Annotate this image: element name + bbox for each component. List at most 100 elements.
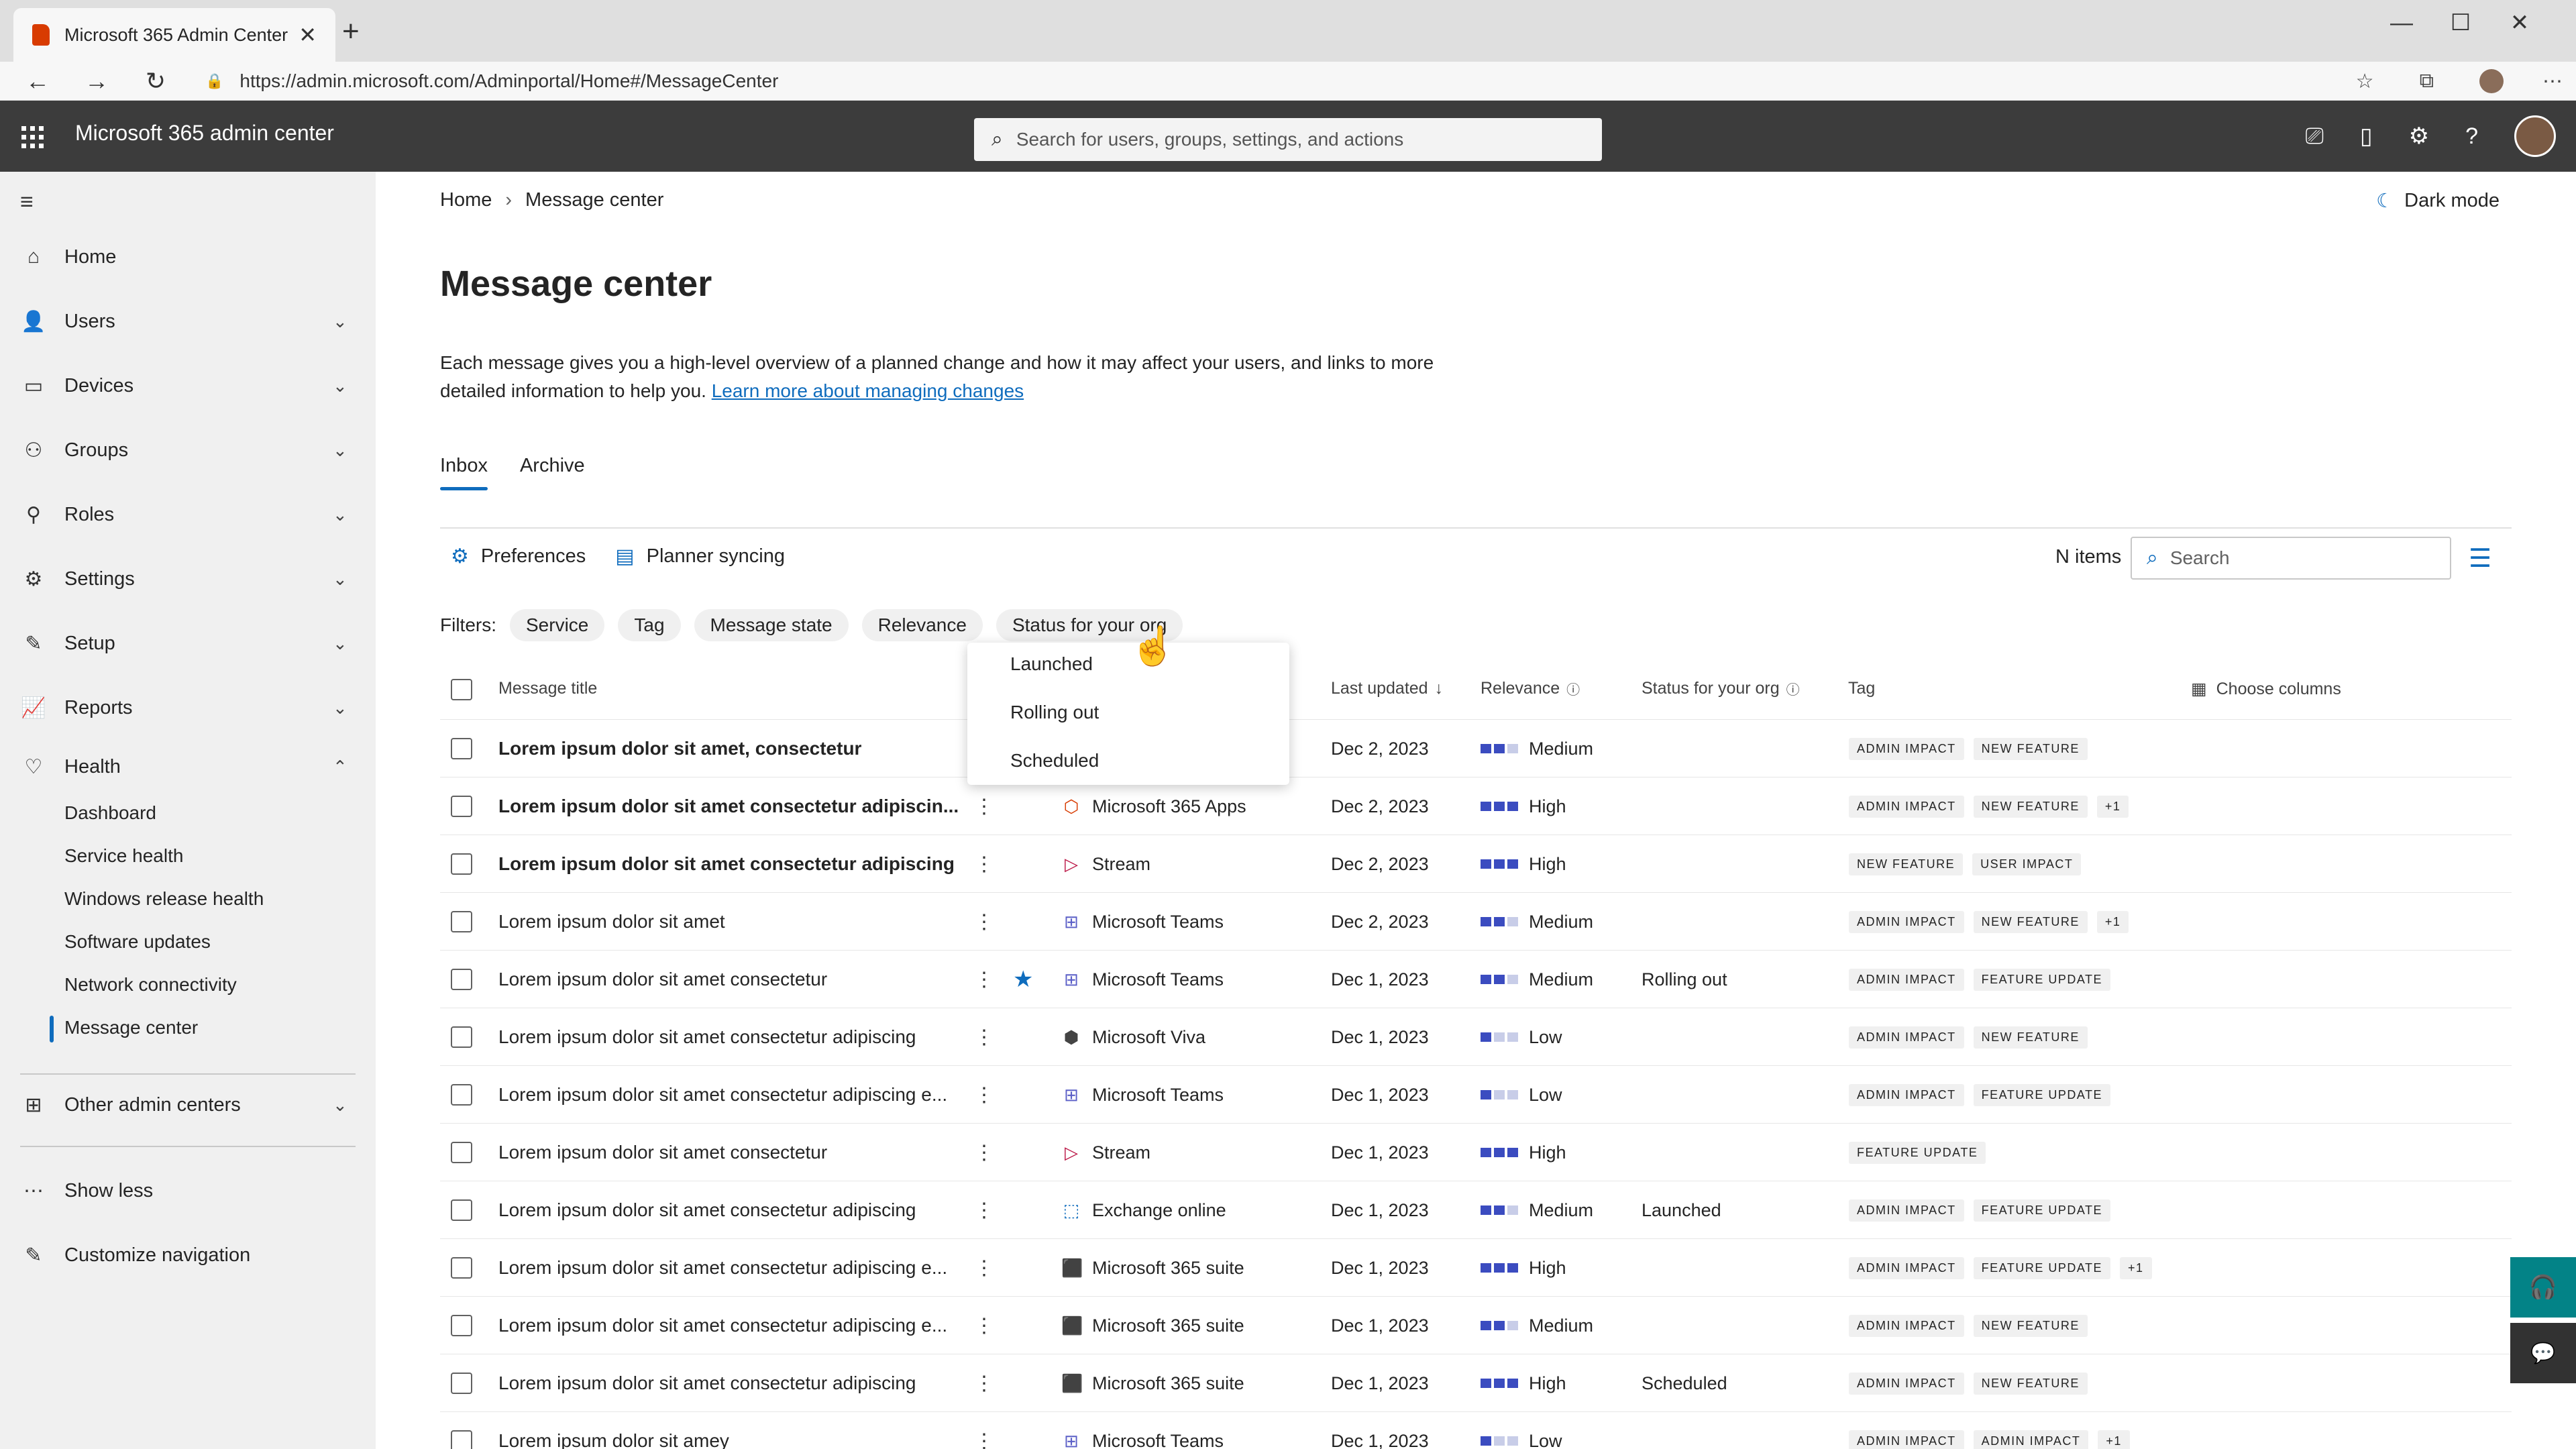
feedback-button[interactable]: 💬	[2510, 1323, 2576, 1383]
more-actions-icon[interactable]: ⋮	[974, 777, 994, 835]
table-row[interactable]: Lorem ipsum dolor sit amey ⋮ ⊞ Microsoft …	[440, 1411, 2512, 1449]
table-row[interactable]: Lorem ipsum dolor sit amet, consectetur D…	[440, 719, 2512, 777]
more-actions-icon[interactable]: ⋮	[974, 1354, 994, 1412]
sidebar-item-settings[interactable]: ⚙ Settings ⌄	[0, 555, 376, 602]
column-header-tag[interactable]: Tag	[1848, 679, 1875, 698]
minimize-icon[interactable]: —	[2372, 10, 2431, 36]
table-row[interactable]: Lorem ipsum dolor sit amet consectetur a…	[440, 1008, 2512, 1065]
column-header-title[interactable]: Message title	[498, 679, 597, 698]
sidebar-item-health[interactable]: ♡ Health ⌃	[0, 743, 376, 790]
message-title[interactable]: Lorem ipsum dolor sit amet consectetur a…	[498, 1354, 916, 1412]
message-title[interactable]: Lorem ipsum dolor sit amet consectetur a…	[498, 1008, 916, 1066]
table-row[interactable]: Lorem ipsum dolor sit amet consectetur a…	[440, 835, 2512, 892]
breadcrumb-home[interactable]: Home	[440, 189, 492, 211]
url-field[interactable]: 🔒 https://admin.microsoft.com/Adminporta…	[205, 70, 778, 92]
row-checkbox[interactable]	[451, 1199, 472, 1221]
sidebar-sub-software-updates[interactable]: Software updates	[64, 931, 211, 953]
sidebar-sub-windows-release-health[interactable]: Windows release health	[64, 888, 264, 910]
table-row[interactable]: Lorem ipsum dolor sit amet consectetur a…	[440, 1181, 2512, 1238]
sidebar-item-users[interactable]: 👤 Users ⌄	[0, 298, 376, 345]
dark-mode-toggle[interactable]: ☾ Dark mode	[2376, 189, 2500, 213]
row-checkbox[interactable]	[451, 1430, 472, 1449]
row-checkbox[interactable]	[451, 911, 472, 932]
more-actions-icon[interactable]: ⋮	[974, 1066, 994, 1124]
row-checkbox[interactable]	[451, 1315, 472, 1336]
filter-chip-tag[interactable]: Tag	[618, 609, 681, 641]
column-header-relevance[interactable]: Relevance ⓘ	[1481, 679, 1580, 698]
message-title[interactable]: Lorem ipsum dolor sit amet consectetur a…	[498, 1066, 947, 1124]
dropdown-option-scheduled[interactable]: Scheduled	[1010, 750, 1099, 771]
close-tab-icon[interactable]: ✕	[299, 22, 317, 48]
choose-columns-button[interactable]: ▦ Choose columns	[2191, 679, 2341, 699]
sidebar-customize-navigation[interactable]: ✎ Customize navigation	[0, 1232, 376, 1279]
message-title[interactable]: Lorem ipsum dolor sit amet consectetur a…	[498, 777, 959, 835]
sidebar-sub-service-health[interactable]: Service health	[64, 845, 183, 867]
help-support-button[interactable]: 🎧	[2510, 1257, 2576, 1318]
sidebar-item-roles[interactable]: ⚲ Roles ⌄	[0, 491, 376, 538]
global-search-input[interactable]: ⌕ Search for users, groups, settings, an…	[974, 118, 1602, 161]
refresh-icon[interactable]: ↻	[126, 67, 185, 95]
sidebar-sub-message-center[interactable]: Message center	[64, 1017, 198, 1038]
dropdown-option-rolling-out[interactable]: Rolling out	[1010, 702, 1099, 723]
message-title[interactable]: Lorem ipsum dolor sit amet consectetur a…	[498, 1239, 947, 1297]
filter-chip-relevance[interactable]: Relevance	[861, 609, 983, 641]
more-actions-icon[interactable]: ⋮	[974, 1124, 994, 1181]
column-header-last-updated[interactable]: Last updated ↓	[1331, 679, 1443, 698]
message-title[interactable]: Lorem ipsum dolor sit amey	[498, 1412, 729, 1449]
more-actions-icon[interactable]: ⋮	[974, 951, 994, 1008]
row-checkbox[interactable]	[451, 1084, 472, 1106]
message-title[interactable]: Lorem ipsum dolor sit amet	[498, 893, 725, 951]
maximize-icon[interactable]: ☐	[2431, 9, 2490, 36]
sidebar-item-reports[interactable]: 📈 Reports ⌄	[0, 684, 376, 731]
sidebar-item-groups[interactable]: ⚇ Groups ⌄	[0, 427, 376, 474]
table-row[interactable]: Lorem ipsum dolor sit amet consectetur a…	[440, 1296, 2512, 1354]
table-row[interactable]: Lorem ipsum dolor sit amet consectetur a…	[440, 1238, 2512, 1296]
browser-tab[interactable]: Microsoft 365 Admin Center ✕	[13, 8, 335, 62]
help-icon[interactable]: ?	[2465, 123, 2478, 150]
filter-icon[interactable]: ☰	[2469, 543, 2491, 574]
mobile-icon[interactable]: ▯	[2360, 123, 2373, 150]
planner-syncing-button[interactable]: ▤ Planner syncing	[615, 545, 785, 568]
list-search-input[interactable]: ⌕ Search	[2131, 537, 2451, 580]
message-title[interactable]: Lorem ipsum dolor sit amet consectetur	[498, 1124, 827, 1181]
message-title[interactable]: Lorem ipsum dolor sit amet consectetur a…	[498, 835, 955, 893]
row-checkbox[interactable]	[451, 738, 472, 759]
preferences-button[interactable]: ⚙ Preferences	[451, 545, 586, 568]
row-checkbox[interactable]	[451, 1373, 472, 1394]
filter-chip-message-state[interactable]: Message state	[694, 609, 849, 641]
forward-icon[interactable]: →	[67, 67, 126, 95]
sidebar-item-setup[interactable]: ✎ Setup ⌄	[0, 620, 376, 667]
more-actions-icon[interactable]: ⋮	[974, 1297, 994, 1354]
row-checkbox[interactable]	[451, 1257, 472, 1279]
sidebar-item-other-admin-centers[interactable]: ⊞ Other admin centers ⌄	[0, 1081, 376, 1128]
select-all-checkbox[interactable]	[451, 679, 472, 700]
new-tab-icon[interactable]: +	[342, 15, 360, 48]
more-actions-icon[interactable]: ⋮	[974, 835, 994, 893]
profile-avatar[interactable]	[2479, 69, 2504, 93]
learn-more-link[interactable]: Learn more about managing changes	[712, 380, 1024, 401]
row-checkbox[interactable]	[451, 853, 472, 875]
favorites-icon[interactable]: ☆	[2356, 70, 2374, 93]
app-title[interactable]: Microsoft 365 admin center	[75, 121, 334, 146]
message-title[interactable]: Lorem ipsum dolor sit amet consectetur a…	[498, 1181, 916, 1239]
row-checkbox[interactable]	[451, 796, 472, 817]
star-icon[interactable]: ★	[1013, 951, 1033, 1008]
message-title[interactable]: Lorem ipsum dolor sit amet consectetur a…	[498, 1297, 947, 1354]
sidebar-sub-dashboard[interactable]: Dashboard	[64, 802, 156, 824]
sidebar-show-less[interactable]: ⋯ Show less	[0, 1167, 376, 1214]
row-checkbox[interactable]	[451, 969, 472, 990]
message-title[interactable]: Lorem ipsum dolor sit amet, consectetur	[498, 720, 861, 777]
more-actions-icon[interactable]: ⋮	[974, 893, 994, 951]
close-window-icon[interactable]: ✕	[2490, 9, 2549, 36]
collections-icon[interactable]: ⧉	[2420, 70, 2434, 93]
app-launcher-icon[interactable]	[21, 126, 44, 148]
row-checkbox[interactable]	[451, 1026, 472, 1048]
table-row[interactable]: Lorem ipsum dolor sit amet consectetur a…	[440, 1354, 2512, 1411]
tab-archive[interactable]: Archive	[520, 455, 585, 477]
tab-inbox[interactable]: Inbox	[440, 455, 488, 490]
table-row[interactable]: Lorem ipsum dolor sit amet consectetur ⋮ ★…	[440, 950, 2512, 1008]
dropdown-option-launched[interactable]: Launched	[1010, 653, 1093, 675]
filter-chip-service[interactable]: Service	[510, 609, 605, 641]
row-checkbox[interactable]	[451, 1142, 472, 1163]
more-actions-icon[interactable]: ⋮	[974, 1239, 994, 1297]
